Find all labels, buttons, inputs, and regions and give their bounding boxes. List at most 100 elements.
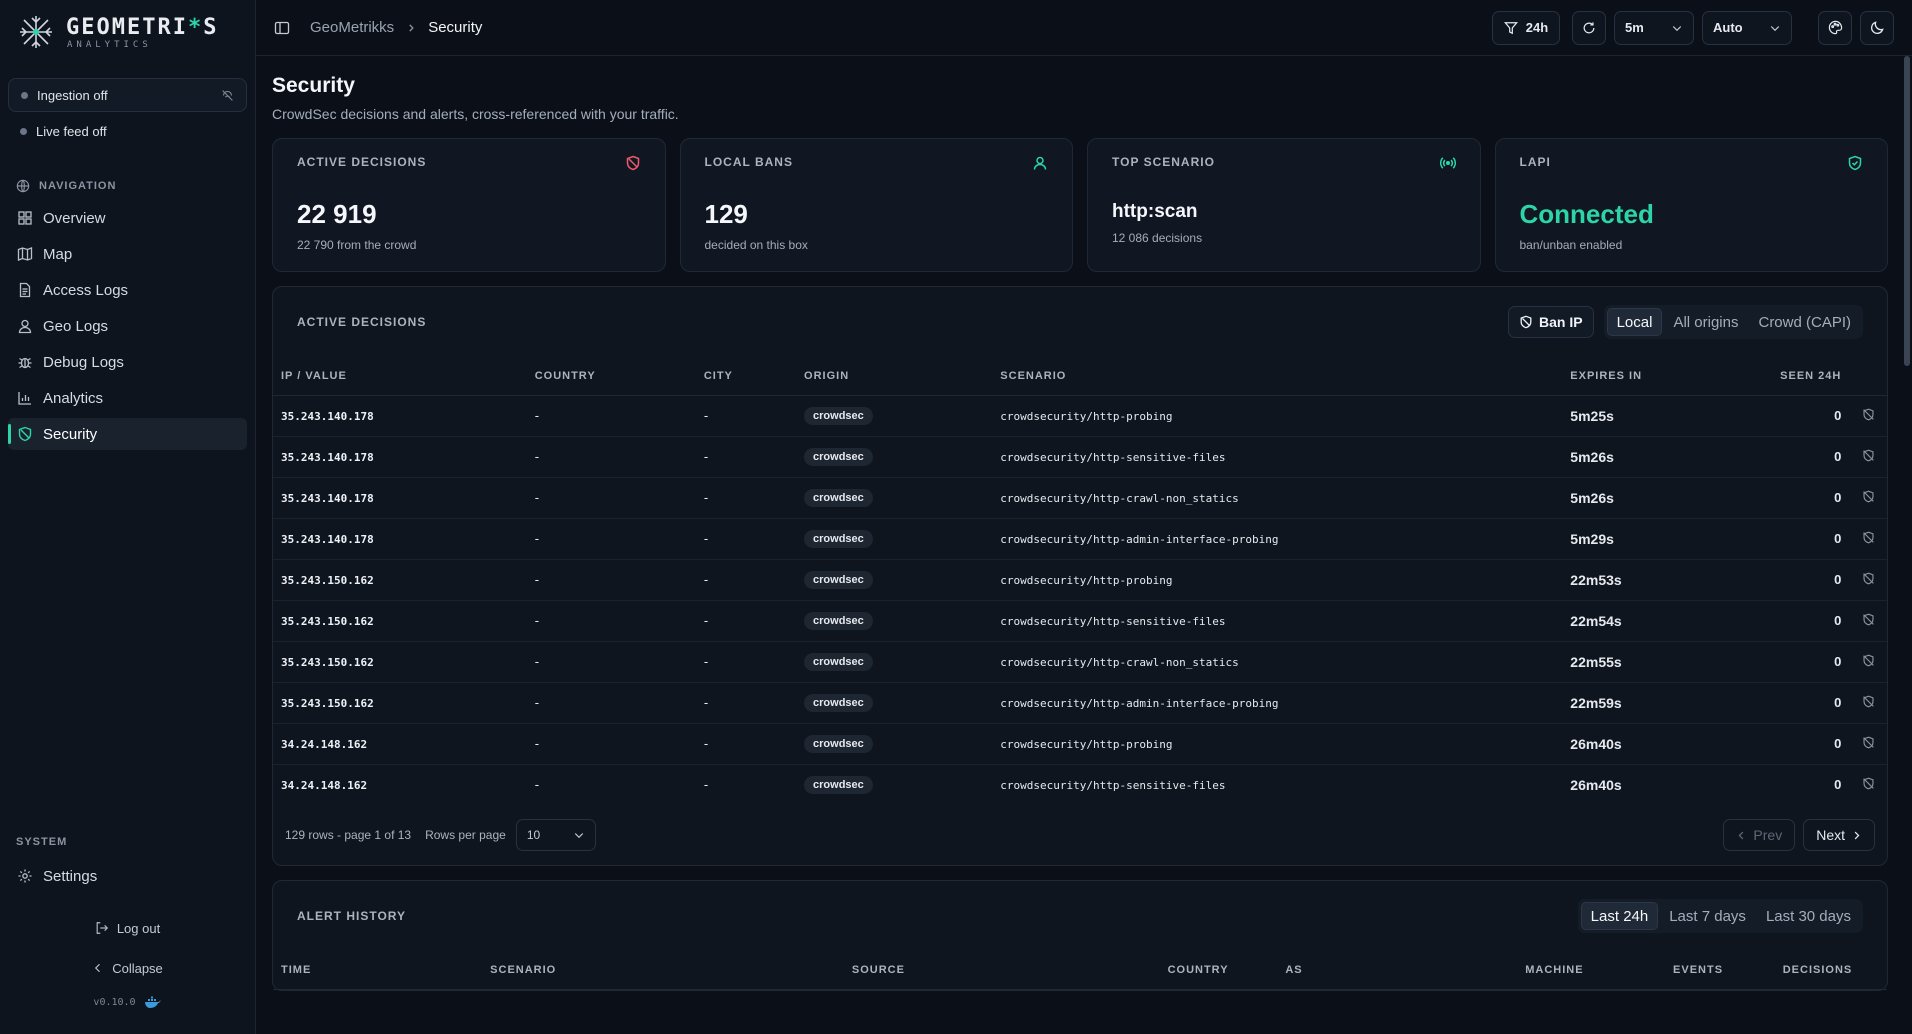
ip-value[interactable]: 35.243.150.162 [281,697,374,710]
collapse-button[interactable]: Collapse [92,956,163,980]
scenario-cell: crowdsecurity/http-crawl-non_statics [1000,656,1239,669]
ingestion-status[interactable]: Ingestion off [8,78,247,112]
col-scenario[interactable]: SCENARIO [482,951,844,990]
col-country[interactable]: COUNTRY [526,357,696,396]
breadcrumb-root[interactable]: GeoMetrikks [310,19,394,36]
panel-actions: Ban IP Local All origins Crowd (CAPI) [1508,305,1863,339]
unban-icon[interactable] [1862,777,1875,790]
col-expires[interactable]: EXPIRES IN [1562,357,1751,396]
time-range-button[interactable]: 24h [1492,10,1560,45]
table-row[interactable]: 35.243.140.178- - crowdsec crowdsecurity/ht… [273,518,1887,560]
table-row[interactable]: 35.243.140.178- - crowdsec crowdsecurity/ht… [273,436,1887,478]
prev-page-button[interactable]: Prev [1723,819,1796,851]
city-cell: - [703,777,709,793]
ip-value[interactable]: 35.243.150.162 [281,574,374,587]
col-as[interactable]: AS [1277,951,1518,990]
refresh-icon [1583,21,1595,33]
sidebar-item-analytics[interactable]: Analytics [8,382,247,414]
expires-cell: 26m40s [1570,776,1622,793]
filter-crowd-capi[interactable]: Crowd (CAPI) [1749,308,1860,336]
next-page-button[interactable]: Next [1803,819,1875,851]
live-feed-status[interactable]: Live feed off [8,116,247,146]
ip-value[interactable]: 35.243.140.178 [281,410,374,423]
filter-last-7-days[interactable]: Last 7 days [1660,902,1755,930]
brand-logo[interactable]: GEOMETRI*S ANALYTICS [0,0,255,64]
unban-icon[interactable] [1862,613,1875,626]
ban-ip-button[interactable]: Ban IP [1508,306,1594,338]
sidebar-item-security[interactable]: Security [8,418,247,450]
table-row[interactable]: 35.243.140.178- - crowdsec crowdsecurity/ht… [273,477,1887,519]
table-row[interactable]: 35.243.150.162- - crowdsec crowdsecurity/ht… [273,641,1887,683]
active-decisions-panel: ACTIVE DECISIONS Ban IP Local All origin… [272,286,1888,866]
table-row[interactable]: 35.243.140.178- - crowdsec crowdsecurity/ht… [273,395,1887,437]
sidebar-item-map[interactable]: Map [8,238,247,270]
ip-value[interactable]: 35.243.140.178 [281,451,374,464]
unban-icon[interactable] [1862,572,1875,585]
pager-buttons: Prev Next [1723,819,1875,851]
shield-check-icon [1848,155,1862,171]
scenario-cell: crowdsecurity/http-crawl-non_statics [1000,492,1239,505]
sidebar-item-access-logs[interactable]: Access Logs [8,274,247,306]
col-time[interactable]: TIME [273,951,483,990]
signal-off-icon [222,89,233,101]
sidebar-item-geo-logs[interactable]: Geo Logs [8,310,247,342]
filter-last-30-days[interactable]: Last 30 days [1757,902,1860,930]
ip-value[interactable]: 35.243.150.162 [281,656,374,669]
col-seen-24h[interactable]: SEEN 24H [1750,357,1850,396]
table-row[interactable]: 35.243.150.162- - crowdsec crowdsecurity/ht… [273,600,1887,642]
col-events[interactable]: EVENTS [1665,951,1775,990]
ip-value[interactable]: 34.24.148.162 [281,738,367,751]
table-row[interactable]: 35.243.150.162- - crowdsec crowdsecurity/ht… [273,682,1887,724]
filter-all-origins[interactable]: All origins [1664,308,1747,336]
unban-icon[interactable] [1862,449,1875,462]
theme-palette-button[interactable] [1818,10,1852,45]
ip-value[interactable]: 35.243.140.178 [281,492,374,505]
seen-24h-cell: 0 [1750,723,1850,765]
table-row[interactable]: 34.24.148.162- - crowdsec crowdsecurity/htt… [273,723,1887,765]
unban-icon[interactable] [1862,490,1875,503]
sidebar-item-label: Geo Logs [43,317,109,335]
sidebar-item-label: Debug Logs [43,353,124,371]
topbar: GeoMetrikks Security 24h 5m Auto [256,0,1912,56]
col-scenario[interactable]: SCENARIO [992,357,1563,396]
mode-select[interactable]: Auto [1702,10,1792,45]
col-origin[interactable]: ORIGIN [796,357,993,396]
dark-mode-toggle[interactable] [1860,10,1894,45]
col-decisions[interactable]: DECISIONS [1774,951,1887,990]
col-city[interactable]: CITY [695,357,797,396]
logout-icon [96,922,108,934]
col-country[interactable]: COUNTRY [1159,951,1278,990]
document-icon [19,282,31,298]
sidebar-item-label: Analytics [43,389,104,407]
unban-icon[interactable] [1862,654,1875,667]
sidebar-toggle-icon[interactable] [274,20,290,36]
col-ip[interactable]: IP / VALUE [273,357,527,396]
ip-value[interactable]: 35.243.140.178 [281,533,374,546]
origin-badge: crowdsec [804,652,873,671]
col-source[interactable]: SOURCE [843,951,1160,990]
filter-last-24h[interactable]: Last 24h [1580,902,1659,930]
interval-select[interactable]: 5m [1614,10,1694,45]
page-scrollbar[interactable] [1904,56,1910,366]
unban-icon[interactable] [1862,695,1875,708]
unban-icon[interactable] [1862,408,1875,421]
table-row[interactable]: 35.243.150.162- - crowdsec crowdsecurity/ht… [273,559,1887,601]
bug-icon [18,357,32,369]
ip-value[interactable]: 34.24.148.162 [281,779,367,792]
logout-button[interactable]: Log out [95,916,160,940]
unban-icon[interactable] [1862,531,1875,544]
table-row[interactable]: 34.24.148.162- - crowdsec crowdsecurity/htt… [273,764,1887,805]
ip-value[interactable]: 35.243.150.162 [281,615,374,628]
chevron-down-icon [1672,25,1682,31]
sidebar-item-debug-logs[interactable]: Debug Logs [8,346,247,378]
filter-local[interactable]: Local [1606,308,1663,336]
sidebar-item-overview[interactable]: Overview [8,202,247,234]
seen-24h-cell: 0 [1750,395,1850,437]
sidebar-item-settings[interactable]: Settings [8,860,247,892]
chevron-right-icon [409,23,414,32]
filter-icon [1503,21,1518,34]
rows-per-page-select[interactable]: 10 [515,819,596,851]
refresh-button[interactable] [1572,10,1606,45]
unban-icon[interactable] [1862,736,1875,749]
col-machine[interactable]: MACHINE [1517,951,1666,990]
